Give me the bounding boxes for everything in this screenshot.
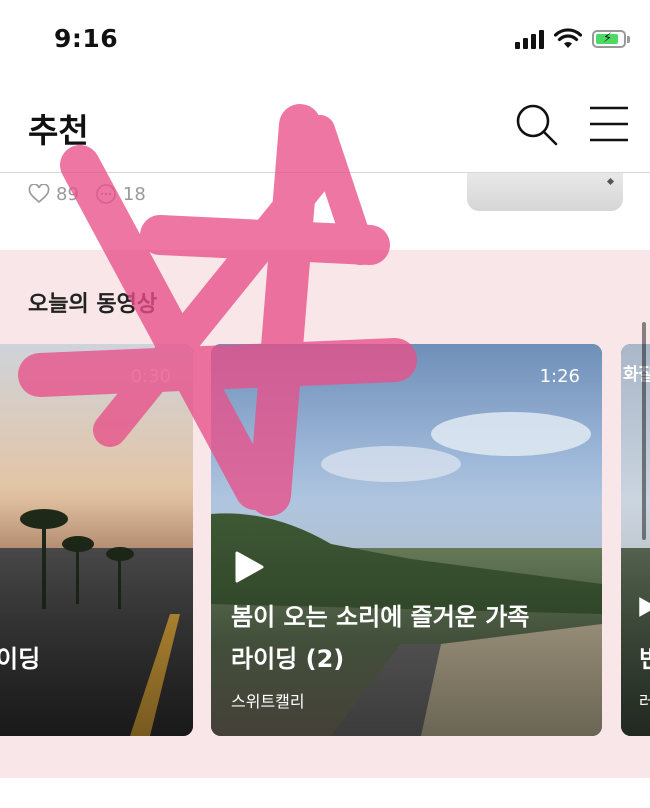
menu-icon[interactable] <box>586 102 632 146</box>
status-bar: 9:16 ⚡ <box>0 0 650 80</box>
comment-icon[interactable] <box>95 183 117 205</box>
video-title: 이딩 <box>0 645 41 673</box>
play-icon[interactable] <box>635 590 650 624</box>
previous-post-thumbnail[interactable] <box>467 173 623 211</box>
video-title: 빈 <box>639 640 650 678</box>
status-icons: ⚡ <box>515 28 630 50</box>
video-card[interactable]: 1:26 봄이 오는 소리에 즐거운 가족 라이딩 (2) 스위트캘리 <box>211 344 602 736</box>
page-title: 추천 <box>28 111 89 150</box>
battery-icon: ⚡ <box>592 30 630 48</box>
video-title-line2: 라이딩 (2) <box>231 645 345 673</box>
top-header: 추천 <box>0 80 650 173</box>
play-icon[interactable] <box>231 550 265 584</box>
heart-icon[interactable] <box>28 184 50 204</box>
post-stats: 89 18 <box>28 183 156 205</box>
section-title: 오늘의 동영상 <box>28 292 158 317</box>
video-author: 러 <box>639 692 650 711</box>
scrollbar[interactable] <box>642 322 646 540</box>
video-duration: 0:30 <box>130 366 171 387</box>
video-duration: 1:26 <box>539 366 580 387</box>
cellular-signal-icon <box>515 29 544 49</box>
status-time: 9:16 <box>54 24 119 53</box>
comment-count: 18 <box>122 183 146 205</box>
video-author: 스위트캘리 <box>231 692 305 711</box>
video-card[interactable]: 0:30 이딩 <box>0 344 193 736</box>
search-icon[interactable] <box>512 100 560 148</box>
like-count: 89 <box>56 183 79 205</box>
todays-video-section: 오늘의 동영상 0:30 이딩 1:26 봄이 오는 소리에 즐거운 가족 라이… <box>0 250 650 778</box>
wifi-icon <box>554 28 582 48</box>
video-title-line1: 봄이 오는 소리에 즐거운 가족 <box>231 603 530 631</box>
